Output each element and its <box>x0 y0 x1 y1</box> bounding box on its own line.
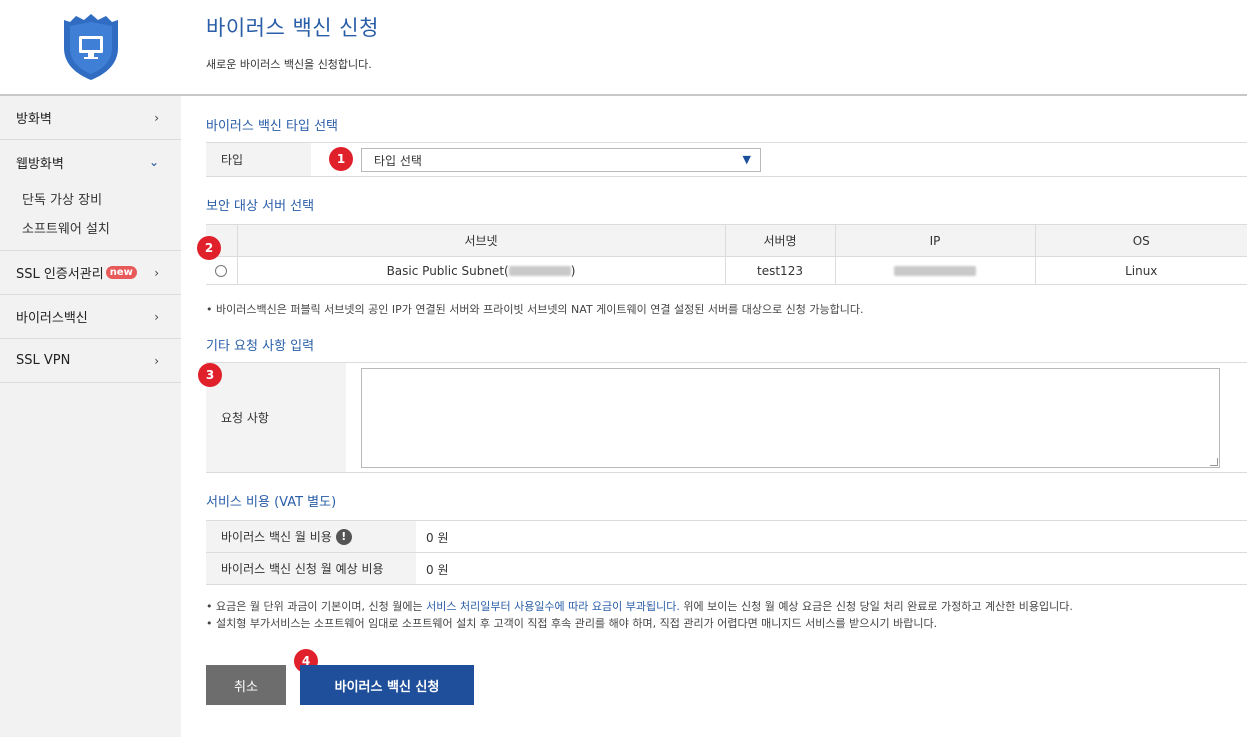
sidebar: 방화벽 › 웹방화벽 ⌄ 단독 가상 장비 소프트웨어 설치 SSL 인증서관리… <box>0 0 181 737</box>
server-name-cell: test123 <box>724 256 836 285</box>
page-header: 바이러스 백신 신청 새로운 바이러스 백신을 신청합니다. <box>181 0 1247 96</box>
chevron-right-icon: › <box>154 353 159 368</box>
monthly-cost-value: 0 원 <box>426 531 449 545</box>
sidebar-submenu: 단독 가상 장비 소프트웨어 설치 <box>0 184 181 251</box>
expected-cost-value: 0 원 <box>426 563 449 577</box>
marker-3: 3 <box>198 363 222 387</box>
os-cell: Linux <box>1034 256 1247 285</box>
page-subtitle: 새로운 바이러스 백신을 신청합니다. <box>206 58 372 71</box>
expected-cost-label: 바이러스 백신 신청 월 예상 비용 <box>206 553 416 584</box>
sidebar-item-label: 바이러스백신 <box>16 311 88 326</box>
type-select[interactable]: 타입 선택 ▼ <box>361 148 761 172</box>
server-table: 서브넷 서버명 IP OS Basic Public Subnet() test… <box>206 224 1247 285</box>
type-section-title: 바이러스 백신 타입 선택 <box>206 119 338 134</box>
column-header-server-name: 서버명 <box>724 224 836 257</box>
type-label: 타입 <box>206 143 311 176</box>
request-section-title: 기타 요청 사항 입력 <box>206 339 315 354</box>
monthly-cost-label: 바이러스 백신 월 비용 ! <box>206 521 416 552</box>
sidebar-item-ssl-cert[interactable]: SSL 인증서관리 new › <box>0 251 181 295</box>
shield-monitor-icon <box>63 14 118 80</box>
sidebar-item-label: 방화벽 <box>16 112 52 127</box>
sidebar-item-antivirus[interactable]: 바이러스백신 › <box>0 295 181 339</box>
sidebar-item-firewall[interactable]: 방화벽 › <box>0 96 181 140</box>
column-header-subnet: 서브넷 <box>236 224 726 257</box>
chevron-right-icon: › <box>154 110 159 125</box>
server-section-title: 보안 대상 서버 선택 <box>206 199 315 214</box>
logo-area <box>0 0 181 96</box>
new-badge: new <box>105 266 137 279</box>
sidebar-item-label: 웹방화벽 <box>16 156 64 172</box>
submit-button[interactable]: 바이러스 백신 신청 <box>300 665 474 705</box>
chevron-down-icon: ▼ <box>742 153 751 166</box>
subnet-cell: Basic Public Subnet() <box>236 256 726 285</box>
type-select-value: 타입 선택 <box>374 153 422 168</box>
table-row[interactable]: Basic Public Subnet() test123 Linux <box>206 256 1247 285</box>
main-content: 바이러스 백신 신청 새로운 바이러스 백신을 신청합니다. 바이러스 백신 타… <box>181 0 1247 737</box>
cost-section-title: 서비스 비용 (VAT 별도) <box>206 495 337 510</box>
chevron-right-icon: › <box>154 265 159 280</box>
sidebar-item-label: SSL 인증서관리 <box>16 267 104 282</box>
page-title: 바이러스 백신 신청 <box>206 16 379 40</box>
column-header-os: OS <box>1034 224 1247 257</box>
redacted-subnet <box>508 266 571 276</box>
server-radio[interactable] <box>215 265 228 277</box>
cost-note-2: • 설치형 부가서비스는 소프트웨어 임대로 소프트웨어 설치 후 고객이 직접… <box>206 617 938 630</box>
chevron-down-icon: ⌄ <box>148 155 159 169</box>
resize-handle-icon[interactable] <box>1210 458 1218 466</box>
sidebar-item-web-firewall[interactable]: 웹방화벽 ⌄ <box>0 140 181 184</box>
sidebar-item-label: SSL VPN <box>16 353 71 368</box>
ip-cell <box>834 256 1036 285</box>
cost-note-1: • 요금은 월 단위 과금이 기본이며, 신청 월에는 서비스 처리일부터 사용… <box>206 600 1073 613</box>
sidebar-item-ssl-vpn[interactable]: SSL VPN › <box>0 339 181 383</box>
request-textarea[interactable] <box>361 368 1220 468</box>
sidebar-subitem-software[interactable]: 소프트웨어 설치 <box>22 213 181 242</box>
marker-1: 1 <box>329 147 353 171</box>
column-header-ip: IP <box>834 224 1036 257</box>
server-note: • 바이러스백신은 퍼블릭 서브넷의 공인 IP가 연결된 서버와 프라이빗 서… <box>206 303 864 316</box>
chevron-right-icon: › <box>154 309 159 324</box>
cancel-button[interactable]: 취소 <box>206 665 286 705</box>
info-icon[interactable]: ! <box>335 528 352 545</box>
request-label: 요청 사항 <box>206 363 346 472</box>
marker-2: 2 <box>197 236 221 260</box>
redacted-ip <box>894 266 976 276</box>
sidebar-subitem-dedicated[interactable]: 단독 가상 장비 <box>22 184 181 213</box>
table-header-row: 서브넷 서버명 IP OS <box>206 224 1247 257</box>
